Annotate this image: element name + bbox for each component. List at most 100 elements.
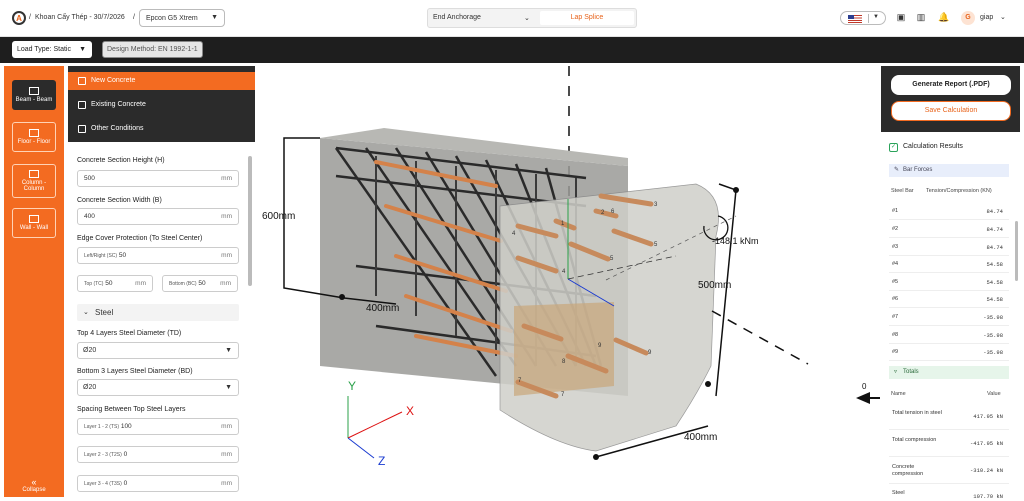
id-card-icon[interactable]: ▣: [896, 12, 906, 23]
mode-end-anchorage[interactable]: End Anchorage: [433, 14, 481, 21]
bar-forces-header[interactable]: ✎ Bar Forces: [889, 164, 1009, 177]
language-select[interactable]: ▼: [840, 11, 886, 25]
chevron-down-icon: ▼: [225, 347, 232, 354]
bar-forces-label: Bar Forces: [903, 167, 933, 173]
bar-id: #6: [892, 296, 899, 302]
input-panel: New Concrete Existing Concrete Other Con…: [68, 66, 255, 497]
chevron-down-icon[interactable]: ⌄: [1000, 13, 1006, 21]
bar-number: 2: [601, 210, 605, 216]
collapse-label: Collapse: [22, 487, 46, 493]
total-value: 417.95 kN: [973, 413, 1003, 420]
connection-type-rail: Beam - Beam Floor - Floor Column - Colum…: [4, 66, 64, 497]
bell-icon[interactable]: 🔔: [938, 12, 949, 23]
bar-id: #2: [892, 226, 899, 232]
width-label: Concrete Section Width (B): [77, 197, 162, 204]
bar-id: #5: [892, 279, 899, 285]
top-bar: A / Khoan Cấy Thép - 30/7/2026 / Epcon G…: [0, 0, 1024, 37]
td-select[interactable]: Ø20 ▼: [77, 342, 239, 359]
breadcrumb-project[interactable]: Khoan Cấy Thép - 30/7/2026: [35, 14, 125, 21]
menu-other-conditions[interactable]: Other Conditions: [68, 120, 255, 138]
form-scrollbar[interactable]: [248, 156, 252, 286]
bd-select[interactable]: Ø20 ▼: [77, 379, 239, 396]
rail-beam-beam[interactable]: Beam - Beam: [12, 80, 56, 110]
bar-id: #1: [892, 208, 899, 214]
user-name[interactable]: giap: [980, 14, 993, 21]
field-value: 50: [198, 280, 206, 287]
width-dimension-label: 400mm: [366, 303, 400, 314]
generate-report-button[interactable]: Generate Report (.PDF): [891, 75, 1011, 95]
height-input[interactable]: 500 mm: [77, 170, 239, 187]
beam-3d-model: [283, 66, 880, 460]
chevron-down-icon: ▼: [873, 14, 879, 20]
check-icon: ✓: [889, 143, 898, 152]
chevron-down-icon[interactable]: ⌄: [524, 14, 530, 22]
avatar[interactable]: G: [961, 11, 975, 25]
chevron-down-icon: ▼: [225, 384, 232, 391]
mode-lap-splice[interactable]: Lap Splice: [540, 11, 634, 25]
table-row: #4 54.58: [889, 256, 1009, 273]
layer-3-4-input[interactable]: Layer 3 - 4 (T3S) 0 mm: [77, 475, 239, 492]
table-row: Steel 107.70 kN: [889, 484, 1009, 500]
bottom-cover-input[interactable]: Bottom (BC) 50 mm: [162, 275, 238, 292]
force-zero-label: 0: [862, 382, 867, 391]
project-select[interactable]: Epcon G5 Xtrem ▼: [139, 9, 225, 27]
3d-viewport[interactable]: 600mm 400mm 500mm 400mm -148.1 kNm 0 X Y…: [256, 66, 880, 497]
menu-existing-concrete[interactable]: Existing Concrete: [68, 96, 255, 114]
rail-label: Wall - Wall: [19, 225, 49, 231]
height-dimension-label: 600mm: [262, 211, 296, 222]
layer-2-3-input[interactable]: Layer 2 - 3 (T2S) 0 mm: [77, 446, 239, 463]
width-input[interactable]: 400 mm: [77, 208, 239, 225]
top-cover-input[interactable]: Top (TC) 50 mm: [77, 275, 153, 292]
bar-number: 4: [512, 231, 516, 237]
app-logo-icon[interactable]: A: [12, 11, 26, 25]
floor-icon: [29, 129, 39, 137]
totals-header[interactable]: ▿ Totals: [889, 366, 1009, 379]
field-label: Left/Right (SC): [84, 253, 118, 259]
field-label: Layer 2 - 3 (T2S): [84, 452, 122, 458]
total-name: Total compression: [892, 437, 937, 443]
steel-section-toggle[interactable]: ⌄ Steel: [77, 304, 239, 321]
unit-label: mm: [221, 480, 232, 487]
field-value: 0: [123, 480, 128, 487]
rail-floor-floor[interactable]: Floor - Floor: [12, 122, 56, 152]
cover-label: Edge Cover Protection (To Steel Center): [77, 235, 203, 242]
rail-wall-wall[interactable]: Wall - Wall: [12, 208, 56, 238]
bar-number: 3: [654, 202, 658, 208]
filter-icon: ▿: [894, 369, 898, 375]
load-type-select[interactable]: Load Type: Static ▼: [12, 41, 92, 58]
design-method-badge: Design Method: EN 1992-1-1: [102, 41, 203, 58]
menu-new-concrete[interactable]: New Concrete: [68, 72, 255, 90]
bar-number: 8: [562, 359, 566, 365]
table-row: Concrete compression -310.24 kN: [889, 458, 1009, 484]
project-select-value: Epcon G5 Xtrem: [146, 14, 198, 22]
wall-icon: [29, 215, 39, 223]
bar-number: 6: [611, 209, 615, 215]
left-right-cover-input[interactable]: Left/Right (SC) 50 mm: [77, 247, 239, 264]
spacing-label: Spacing Between Top Steel Layers: [77, 406, 186, 413]
results-scrollbar[interactable]: [1015, 221, 1018, 281]
bar-force: 54.58: [986, 279, 1003, 286]
total-value: -417.95 kN: [969, 440, 1003, 447]
layer-1-2-input[interactable]: Layer 1 - 2 (TS) 100 mm: [77, 418, 239, 435]
collapse-button[interactable]: « Collapse: [4, 477, 64, 493]
field-value: 50: [118, 252, 127, 259]
rail-column-column[interactable]: Column - Column: [12, 164, 56, 198]
table-row: Total compression -417.95 kN: [889, 431, 1009, 457]
rail-label: Floor - Floor: [17, 139, 51, 145]
steel-label: Steel: [95, 308, 114, 317]
height-label: Concrete Section Height (H): [77, 157, 165, 164]
column-header: Steel Bar: [891, 188, 914, 194]
bar-id: #4: [892, 261, 899, 267]
save-calculation-button[interactable]: Save Calculation: [891, 101, 1011, 121]
total-name: Steel: [892, 490, 905, 496]
mode-toggle: End Anchorage ⌄ Lap Splice: [427, 8, 637, 28]
section-menu: New Concrete Existing Concrete Other Con…: [68, 66, 255, 142]
results-title-row: ✓ Calculation Results: [889, 143, 963, 152]
unit-label: mm: [221, 252, 232, 259]
book-icon[interactable]: ▥: [916, 12, 926, 23]
table-row: #2 84.74: [889, 221, 1009, 238]
menu-label: Other Conditions: [91, 125, 144, 132]
chevron-down-icon: ⌄: [83, 309, 89, 316]
unit-label: mm: [221, 423, 232, 430]
width-dimension-label-2: 400mm: [684, 432, 718, 443]
